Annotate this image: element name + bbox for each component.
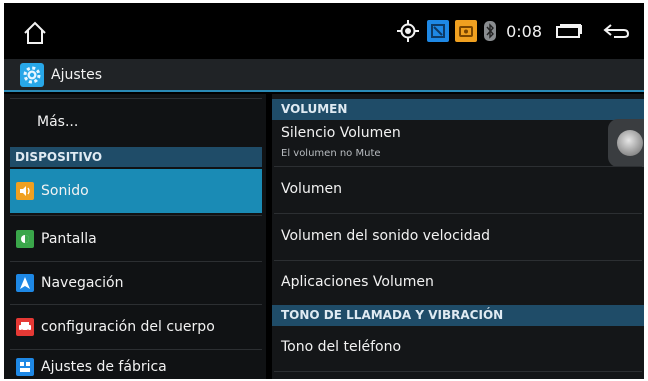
menu-item-display[interactable]: Pantalla (10, 217, 262, 261)
settings-category-list: Más... DISPOSITIVO Sonido Pantalla Naveg… (4, 94, 266, 379)
mute-setting-row[interactable]: Silencio Volumen El volumen no Mute (272, 120, 644, 166)
clock: 0:08 (506, 21, 542, 41)
settings-gear-icon (20, 63, 44, 87)
more-label: Más... (37, 114, 79, 130)
display-icon (16, 230, 34, 248)
menu-item-factory-settings[interactable]: Ajustes de fábrica (10, 352, 262, 379)
gps-icon (397, 20, 420, 42)
factory-settings-icon (16, 358, 34, 376)
section-header-ringtone: TONO DE LLAMADA Y VIBRACIÓN (272, 305, 644, 326)
divider (10, 349, 262, 350)
divider (274, 371, 642, 372)
more-item[interactable]: Más... (10, 108, 262, 136)
app-title: Ajustes (51, 67, 103, 83)
apps-volume-label: Aplicaciones Volumen (281, 274, 434, 290)
speed-volume-label: Volumen del sonido velocidad (281, 228, 491, 244)
screen: 0:08 Ajustes Más... DISPOSITIVO Sonido P… (4, 3, 644, 379)
section-header-volume: VOLUMEN (272, 99, 644, 120)
recent-apps-icon[interactable] (556, 24, 582, 38)
action-bar: Ajustes (4, 59, 644, 92)
mute-title: Silencio Volumen (281, 125, 401, 141)
volume-row[interactable]: Volumen (272, 167, 644, 213)
navigation-icon (16, 274, 34, 292)
toggle-knob (617, 130, 643, 156)
home-icon[interactable] (22, 21, 48, 45)
menu-label-display: Pantalla (41, 231, 97, 247)
bluetooth-icon (484, 21, 497, 41)
divider (10, 98, 262, 99)
back-arrow-icon[interactable] (602, 23, 630, 39)
sound-settings-panel: VOLUMEN Silencio Volumen El volumen no M… (272, 94, 644, 379)
blue-app-icon (427, 20, 450, 42)
menu-label-navigation: Navegación (41, 275, 124, 291)
menu-label-factory-settings: Ajustes de fábrica (41, 359, 167, 375)
divider (10, 215, 262, 216)
status-bar: 0:08 (4, 3, 644, 59)
menu-label-sound: Sonido (41, 183, 89, 199)
menu-item-sound[interactable]: Sonido (10, 169, 262, 213)
orange-app-icon (455, 20, 478, 42)
menu-item-car-body[interactable]: configuración del cuerpo (10, 305, 262, 349)
section-header-device: DISPOSITIVO (10, 147, 262, 167)
mute-subtitle: El volumen no Mute (281, 148, 381, 159)
ringtone-label: Tono del teléfono (281, 339, 402, 355)
menu-label-car-body: configuración del cuerpo (41, 319, 215, 335)
car-body-icon (16, 318, 34, 336)
speed-volume-row[interactable]: Volumen del sonido velocidad (272, 214, 644, 260)
apps-volume-row[interactable]: Aplicaciones Volumen (272, 261, 644, 303)
volume-label: Volumen (281, 181, 342, 197)
ringtone-row[interactable]: Tono del teléfono (272, 327, 644, 371)
sound-icon (16, 182, 34, 200)
mute-toggle[interactable] (608, 119, 644, 167)
menu-item-navigation[interactable]: Navegación (10, 262, 262, 304)
